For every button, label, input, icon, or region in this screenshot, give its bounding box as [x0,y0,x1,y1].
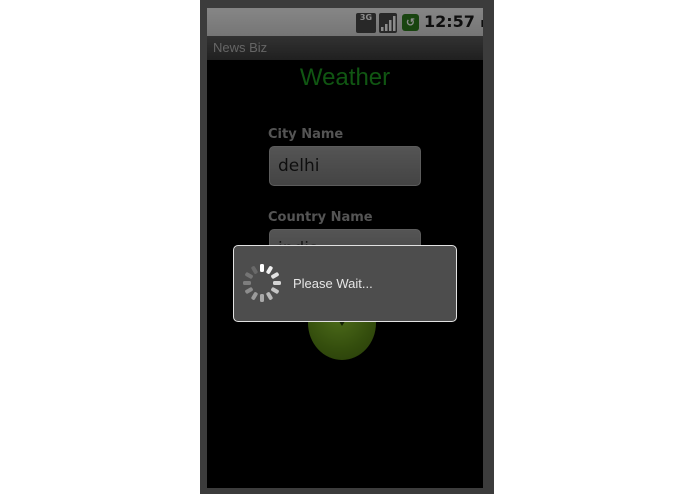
phone-screen: 3G ↺ 12:57 PM News Biz Weather City Name… [207,8,483,488]
device-frame: 3G ↺ 12:57 PM News Biz Weather City Name… [200,0,494,494]
dialog-message: Please Wait... [293,276,373,291]
spinner-icon [243,264,281,302]
progress-dialog: Please Wait... [233,245,457,322]
